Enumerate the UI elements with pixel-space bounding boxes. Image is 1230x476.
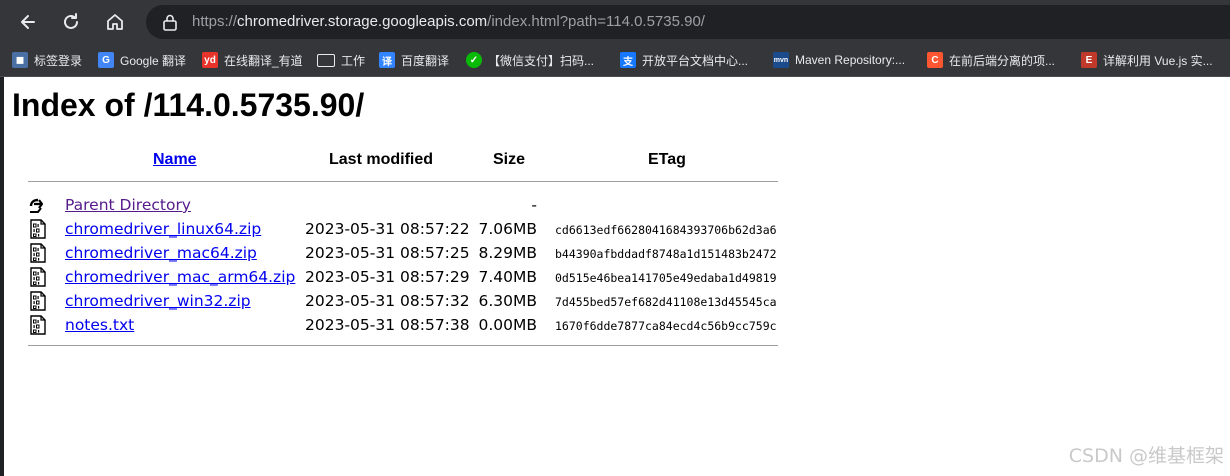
bookmark-label: Maven Repository:... [795, 53, 906, 67]
bookmark-item[interactable]: E 详解利用 Vue.js 实... [1081, 50, 1213, 70]
bookmark-item[interactable]: ✓ 【微信支付】扫码... [466, 50, 594, 70]
back-button[interactable] [12, 6, 44, 38]
binary-file-icon [30, 243, 46, 263]
bookmark-label: 百度翻译 [401, 53, 450, 68]
article-icon: E [1081, 52, 1097, 68]
bookmark-label: 标签登录 [34, 53, 83, 68]
bookmark-item[interactable]: mvn Maven Repository:... [773, 50, 905, 70]
site-info-lock-icon[interactable] [162, 13, 178, 31]
row-etag: cd6613edf6628041684393706b62d3a6 [555, 223, 777, 237]
binary-file-icon [30, 219, 46, 239]
parent-directory-link[interactable]: Parent Directory [65, 196, 191, 214]
maven-icon: mvn [773, 52, 789, 68]
table-row: chromedriver_linux64.zip 2023-05-31 08:5… [4, 217, 794, 241]
bookmark-label: Google 翻译 [120, 53, 187, 68]
row-etag: 1670f6dde7877ca84ecd4c56b9cc759c [555, 319, 777, 333]
csdn-icon: C [927, 52, 943, 68]
file-link[interactable]: chromedriver_mac_arm64.zip [65, 268, 295, 286]
row-last-modified: 2023-05-31 08:57:32 [305, 292, 470, 310]
wechat-pay-icon: ✓ [466, 52, 482, 68]
row-etag: 7d455bed57ef682d41108e13d45545ca [555, 295, 777, 309]
row-size: 7.06MB [478, 220, 537, 238]
file-link[interactable]: chromedriver_linux64.zip [65, 220, 261, 238]
user-icon: ◼ [12, 52, 28, 68]
row-last-modified: 2023-05-31 08:57:25 [305, 244, 470, 262]
table-row: chromedriver_mac_arm64.zip 2023-05-31 08… [4, 265, 794, 289]
file-link[interactable]: chromedriver_win32.zip [65, 292, 251, 310]
baidu-translate-icon: 译 [379, 52, 395, 68]
bookmark-label: 在线翻译_有道 [224, 53, 303, 68]
reload-icon [64, 13, 78, 29]
bookmark-item[interactable]: 工作 [317, 50, 365, 70]
row-size: 7.40MB [478, 268, 537, 286]
bookmark-label: 【微信支付】扫码... [488, 53, 595, 68]
bookmark-label: 详解利用 Vue.js 实... [1103, 53, 1213, 68]
bookmark-item[interactable]: ◼ 标签登录 [12, 50, 82, 70]
bookmark-label: 在前后端分离的项... [949, 53, 1056, 68]
file-link[interactable]: chromedriver_mac64.zip [65, 244, 257, 262]
back-folder-icon [29, 198, 44, 213]
bookmark-item[interactable]: 支 开放平台文档中心... [620, 50, 748, 70]
row-etag: b44390afbddadf8748a1d151483b2472 [555, 247, 777, 261]
bookmark-item[interactable]: C 在前后端分离的项... [927, 50, 1055, 70]
row-size: 0.00MB [478, 316, 537, 334]
column-header-size: Size [493, 151, 526, 168]
bookmark-label: 工作 [341, 53, 366, 68]
row-size: 6.30MB [478, 292, 537, 310]
row-size: 8.29MB [478, 244, 537, 262]
watermark: CSDN @维基框架 [1068, 445, 1224, 467]
address-bar[interactable]: https://chromedriver.storage.googleapis.… [146, 5, 1230, 39]
binary-file-icon [30, 267, 46, 287]
bookmark-item[interactable]: G Google 翻译 [98, 50, 186, 70]
table-row: notes.txt 2023-05-31 08:57:38 0.00MB 167… [4, 313, 794, 337]
bookmark-item[interactable]: 译 百度翻译 [379, 50, 449, 70]
row-etag: 0d515e46bea141705e49edaba1d49819 [555, 271, 777, 285]
bookmark-label: 开放平台文档中心... [642, 53, 749, 68]
file-link[interactable]: notes.txt [65, 316, 134, 334]
home-icon [107, 14, 123, 30]
folder-icon [317, 53, 335, 67]
bookmark-item[interactable]: yd 在线翻译_有道 [202, 50, 303, 70]
row-last-modified: 2023-05-31 08:57:38 [305, 316, 470, 334]
footer-divider [28, 345, 778, 346]
page-title: Index of /114.0.5735.90/ [12, 87, 365, 123]
youdao-icon: yd [202, 52, 218, 68]
table-row: chromedriver_win32.zip 2023-05-31 08:57:… [4, 289, 794, 313]
table-row: Parent Directory - [4, 193, 794, 217]
bookmarks-bar: ◼ 标签登录 G Google 翻译 yd 在线翻译_有道 工作 译 百度翻译 … [0, 44, 1230, 77]
alipay-icon: 支 [620, 52, 636, 68]
page-viewport: Index of /114.0.5735.90/ Name Last modif… [4, 77, 1230, 476]
url-host: chromedriver.storage.googleapis.com [237, 13, 488, 30]
google-translate-icon: G [98, 52, 114, 68]
url-scheme: https:// [192, 13, 238, 30]
url-path: /index.html?path=114.0.5735.90/ [487, 13, 705, 30]
back-arrow-icon [21, 15, 35, 29]
row-size: - [531, 196, 537, 214]
header-divider [28, 181, 778, 182]
reload-button[interactable] [55, 6, 87, 38]
row-last-modified: 2023-05-31 08:57:29 [305, 268, 470, 286]
browser-toolbar: https://chromedriver.storage.googleapis.… [0, 0, 1230, 44]
binary-file-icon [30, 291, 46, 311]
text-file-icon [30, 315, 46, 335]
column-header-last-modified: Last modified [329, 151, 434, 168]
column-header-etag: ETag [648, 151, 686, 168]
url-text[interactable]: https://chromedriver.storage.googleapis.… [192, 13, 705, 30]
column-header-name[interactable]: Name [153, 151, 197, 169]
row-last-modified: 2023-05-31 08:57:22 [305, 220, 470, 238]
home-button[interactable] [99, 6, 131, 38]
table-row: chromedriver_mac64.zip 2023-05-31 08:57:… [4, 241, 794, 265]
